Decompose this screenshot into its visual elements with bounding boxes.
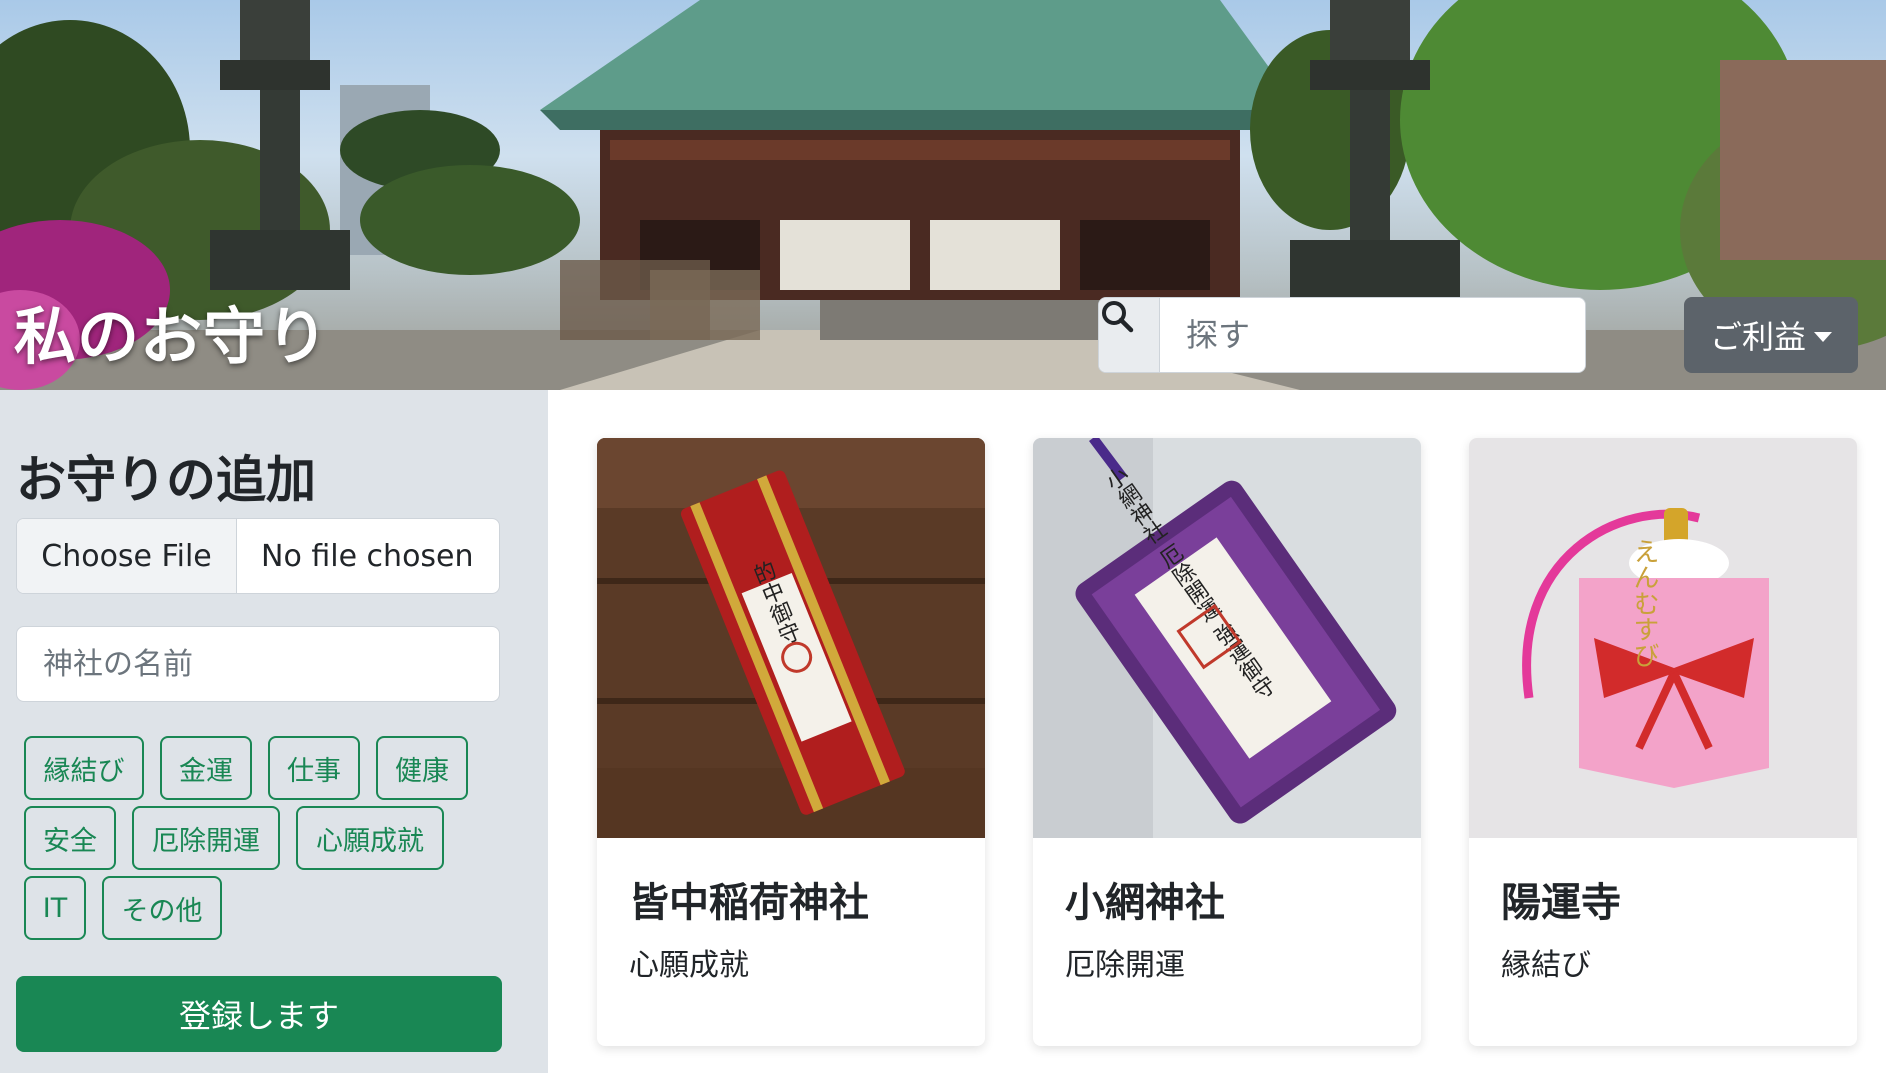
caret-down-icon bbox=[1814, 332, 1832, 342]
file-status-text: No file chosen bbox=[261, 538, 474, 574]
tag-enmusubi[interactable]: 縁結び bbox=[24, 736, 144, 800]
charm-photo: 的中御守 bbox=[597, 438, 985, 838]
charm-photo: えんむすび bbox=[1469, 438, 1857, 838]
card-benefit: 厄除開運 bbox=[1065, 948, 1185, 983]
tag-it[interactable]: IT bbox=[24, 876, 86, 940]
benefit-dropdown-button[interactable]: ご利益 bbox=[1684, 297, 1858, 373]
charm-photo: 小網神社 厄除開運 強運御守 bbox=[1033, 438, 1421, 838]
card-benefit: 縁結び bbox=[1501, 948, 1591, 983]
charm-card[interactable]: 的中御守 皆中稲荷神社 心願成就 bbox=[597, 438, 985, 1046]
tag-shingan-joju[interactable]: 心願成就 bbox=[296, 806, 444, 870]
card-title: 皆中稲荷神社 bbox=[629, 880, 869, 926]
choose-file-button[interactable]: Choose File bbox=[17, 519, 237, 593]
tag-anzen[interactable]: 安全 bbox=[24, 806, 116, 870]
benefit-dropdown-label: ご利益 bbox=[1709, 318, 1806, 356]
shrine-name-input[interactable] bbox=[16, 626, 500, 702]
tag-shigoto[interactable]: 仕事 bbox=[268, 736, 360, 800]
hero-banner: 私のお守り ご利益 bbox=[0, 0, 1886, 390]
tag-kenko[interactable]: 健康 bbox=[376, 736, 468, 800]
tag-yakuyoke-kaiun[interactable]: 厄除開運 bbox=[132, 806, 280, 870]
search-icon[interactable] bbox=[1099, 298, 1160, 372]
register-button[interactable]: 登録します bbox=[16, 976, 502, 1052]
tag-kinun[interactable]: 金運 bbox=[160, 736, 252, 800]
add-charm-heading: お守りの追加 bbox=[16, 451, 316, 509]
search-bar bbox=[1098, 297, 1586, 373]
charm-inscription: えんむすび bbox=[1629, 538, 1659, 668]
site-title: 私のお守り bbox=[14, 300, 330, 373]
file-upload-input[interactable]: Choose File No file chosen bbox=[16, 518, 500, 594]
tag-sonota[interactable]: その他 bbox=[102, 876, 222, 940]
card-title: 小網神社 bbox=[1065, 880, 1225, 926]
charm-card[interactable]: 小網神社 厄除開運 強運御守 小網神社 厄除開運 bbox=[1033, 438, 1421, 1046]
charm-card[interactable]: えんむすび 陽運寺 縁結び bbox=[1469, 438, 1857, 1046]
search-input[interactable] bbox=[1160, 298, 1585, 372]
card-benefit: 心願成就 bbox=[629, 948, 749, 983]
card-title: 陽運寺 bbox=[1501, 880, 1621, 926]
